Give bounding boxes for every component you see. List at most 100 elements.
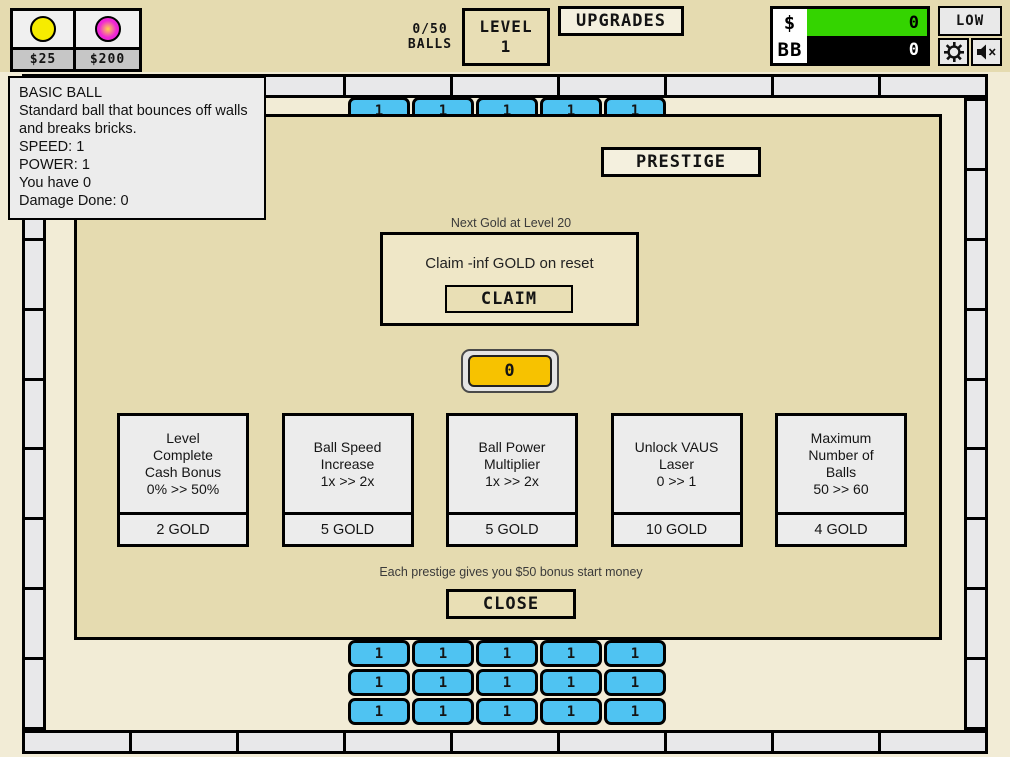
close-button[interactable]: CLOSE — [446, 589, 576, 619]
brick[interactable]: 1 — [540, 698, 602, 725]
top-bar: $25 $200 0/50 BALLS LEVEL 1 UPGRADES $ 0 B… — [0, 0, 1010, 72]
brick[interactable]: 1 — [412, 640, 474, 667]
upgrade-cost: 5 GOLD — [449, 512, 575, 544]
wall-segment — [774, 77, 881, 95]
wall-segment — [25, 380, 43, 451]
balls-counter-line: BALLS — [407, 37, 453, 52]
upgrade-card-unlock-vaus-laser[interactable]: Unlock VAUS Laser 0 >> 1 10 GOLD — [610, 413, 743, 547]
upgrade-card-ball-speed-increase[interactable]: Ball Speed Increase 1x >> 2x 5 GOLD — [281, 413, 414, 547]
wall-segment — [25, 660, 43, 728]
upgrades-button-label: UPGRADES — [576, 11, 666, 31]
brick[interactable]: 1 — [540, 640, 602, 667]
wall-segment — [967, 450, 985, 521]
brick[interactable]: 1 — [348, 698, 410, 725]
wall-segment — [560, 77, 667, 95]
basic-ball-icon — [30, 16, 56, 42]
prestige-button-label: PRESTIGE — [636, 152, 726, 172]
tooltip-owned: You have 0 — [19, 175, 92, 191]
gold-counter-value: 0 — [468, 355, 552, 387]
wall-segment — [967, 310, 985, 381]
ball-swatch — [13, 11, 73, 47]
wall-segment — [25, 240, 43, 311]
tooltip-damage: Damage Done: 0 — [19, 193, 129, 209]
wall-segment — [25, 310, 43, 381]
wall-segment — [967, 590, 985, 661]
brick[interactable]: 1 — [476, 640, 538, 667]
claim-button-label: CLAIM — [480, 289, 538, 309]
upgrade-title: Level Complete Cash Bonus 0% >> 50% — [144, 430, 222, 497]
ball-price: $200 — [76, 47, 139, 69]
claim-text: Claim -inf GOLD on reset — [425, 255, 594, 272]
wall-segment — [774, 733, 881, 751]
wall-segment — [132, 733, 239, 751]
wall-right — [964, 98, 988, 730]
upgrade-card-level-complete-cash-bonus[interactable]: Level Complete Cash Bonus 0% >> 50% 2 GOL… — [117, 413, 249, 547]
claim-box: Claim -inf GOLD on reset CLAIM — [380, 232, 639, 326]
wall-segment — [25, 733, 132, 751]
close-button-label: CLOSE — [482, 594, 540, 614]
wall-segment — [667, 77, 774, 95]
settings-button[interactable] — [938, 38, 969, 66]
tooltip-title: BASIC BALL — [19, 85, 103, 101]
brick[interactable]: 1 — [348, 669, 410, 696]
brick[interactable]: 1 — [604, 640, 666, 667]
wall-segment — [346, 733, 453, 751]
wall-segment — [346, 77, 453, 95]
wall-segment — [967, 101, 985, 171]
low-quality-button[interactable]: LOW — [938, 6, 1002, 36]
cash-symbol: $ — [773, 9, 807, 36]
upgrade-cost: 4 GOLD — [778, 512, 904, 544]
prestige-button[interactable]: PRESTIGE — [601, 147, 761, 177]
brick[interactable]: 1 — [476, 698, 538, 725]
wall-bottom — [22, 730, 988, 754]
wall-segment — [560, 733, 667, 751]
upgrade-card-maximum-number-of-balls[interactable]: Maximum Number of Balls 50 >> 60 4 GOLD — [775, 413, 907, 547]
wall-segment — [25, 450, 43, 521]
tooltip-power: POWER: 1 — [19, 157, 90, 173]
upgrade-title: Unlock VAUS Laser 0 >> 1 — [634, 438, 719, 489]
brick[interactable]: 1 — [604, 669, 666, 696]
wall-segment — [967, 240, 985, 311]
gear-icon — [943, 42, 964, 62]
brick[interactable]: 1 — [540, 669, 602, 696]
cash-row: $ 0 — [773, 9, 927, 36]
upgrade-title: Ball Power Multiplier 1x >> 2x — [478, 438, 546, 489]
wall-segment — [453, 77, 560, 95]
upgrades-button[interactable]: UPGRADES — [558, 6, 684, 36]
upgrade-cost: 2 GOLD — [120, 512, 246, 544]
bb-row: BB 0 — [773, 36, 927, 63]
ball-swatch — [76, 11, 139, 47]
balls-counter: 0/50 BALLS — [398, 22, 462, 52]
low-button-label: LOW — [955, 13, 985, 29]
wall-segment — [967, 520, 985, 591]
wall-segment — [453, 733, 560, 751]
ball-shop-item-basic-ball[interactable]: $25 — [13, 11, 76, 69]
upgrade-card-ball-power-multiplier[interactable]: Ball Power Multiplier 1x >> 2x 5 GOLD — [446, 413, 578, 547]
brick[interactable]: 1 — [412, 669, 474, 696]
wall-segment — [239, 733, 346, 751]
level-box: LEVEL 1 — [462, 8, 550, 66]
upgrade-cost: 10 GOLD — [613, 512, 740, 544]
mute-button[interactable] — [971, 38, 1002, 66]
claim-button[interactable]: CLAIM — [445, 285, 573, 313]
money-panel: $ 0 BB 0 — [770, 6, 930, 66]
ball-shop-item-magenta-ball[interactable]: $200 — [76, 11, 139, 69]
prestige-note: Each prestige gives you $50 bonus start … — [379, 565, 643, 579]
magenta-ball-icon — [94, 16, 121, 42]
tooltip-description: Standard ball that bounces off walls and… — [19, 103, 248, 137]
gold-counter[interactable]: 0 — [461, 349, 559, 393]
brick[interactable]: 1 — [412, 698, 474, 725]
level-value: 1 — [500, 37, 512, 56]
brick[interactable]: 1 — [476, 669, 538, 696]
upgrade-title: Maximum Number of Balls 50 >> 60 — [808, 430, 874, 497]
brick[interactable]: 1 — [604, 698, 666, 725]
brick[interactable]: 1 — [348, 640, 410, 667]
tooltip-speed: SPEED: 1 — [19, 139, 85, 155]
upgrade-cost: 5 GOLD — [284, 512, 411, 544]
cash-value: 0 — [807, 9, 927, 36]
ball-price: $25 — [13, 47, 73, 69]
level-label: LEVEL — [479, 17, 533, 36]
wall-segment — [25, 590, 43, 661]
game-root: 11111 111111111111111 PRESTIGE Next Gold… — [0, 0, 1010, 757]
balls-counter-line: 0/50 — [412, 22, 448, 37]
